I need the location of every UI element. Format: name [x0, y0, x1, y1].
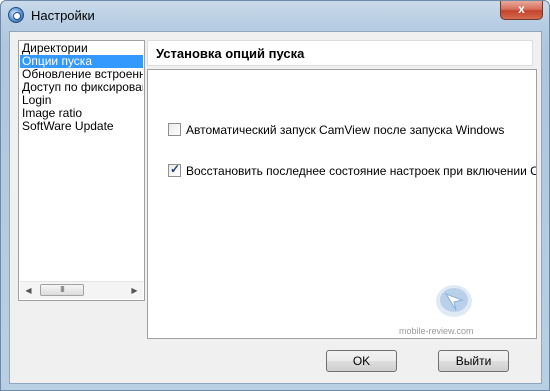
sidebar-item[interactable]: Доступ по фиксированному — [20, 81, 143, 94]
sidebar-item[interactable]: SoftWare Update — [20, 120, 143, 133]
settings-category-list[interactable]: ДиректорииОпции пускаОбновление встроенн… — [18, 40, 145, 301]
window-title: Настройки — [31, 8, 95, 23]
close-button[interactable]: x — [500, 1, 543, 20]
autostart-label[interactable]: Автоматический запуск CamView после запу… — [186, 123, 504, 137]
watermark-logo — [436, 285, 472, 317]
settings-window: Настройки x Директории Опции пуска Обновле… — [0, 0, 550, 391]
category-items: ДиректорииОпции пускаОбновление встроенн… — [20, 42, 143, 133]
exit-button[interactable]: Выйти — [438, 350, 509, 372]
scroll-left-icon[interactable]: ◀ — [20, 282, 37, 299]
sidebar-item[interactable]: Login — [20, 94, 143, 107]
scroll-thumb[interactable]: III — [40, 284, 84, 296]
check-mark-icon: ✓ — [170, 162, 181, 176]
sidebar-item[interactable]: Опции пуска — [20, 55, 143, 68]
ok-button[interactable]: OK — [326, 350, 397, 372]
panel-header: Установка опций пуска — [147, 40, 533, 66]
panel-title: Установка опций пуска — [156, 46, 305, 61]
scroll-right-icon[interactable]: ▶ — [126, 282, 143, 299]
options-panel: Автоматический запуск CamView после запу… — [147, 69, 537, 339]
watermark-text: mobile-review.com — [399, 326, 474, 336]
sidebar-item[interactable]: Image ratio — [20, 107, 143, 120]
restore-state-label[interactable]: Восстановить последнее состояние настрое… — [186, 164, 536, 178]
autostart-checkbox[interactable] — [168, 123, 181, 136]
horizontal-scrollbar[interactable]: ◀ III ▶ — [20, 281, 143, 299]
title-bar[interactable]: Настройки x — [1, 1, 549, 31]
camview-app-icon — [8, 7, 24, 23]
restore-state-checkbox[interactable]: ✓ — [168, 162, 181, 177]
sidebar-item[interactable]: Обновление встроенного — [20, 68, 143, 81]
sidebar-item[interactable]: Директории — [20, 42, 143, 55]
dialog-client-area: ДиректорииОпции пускаОбновление встроенн… — [9, 31, 542, 384]
